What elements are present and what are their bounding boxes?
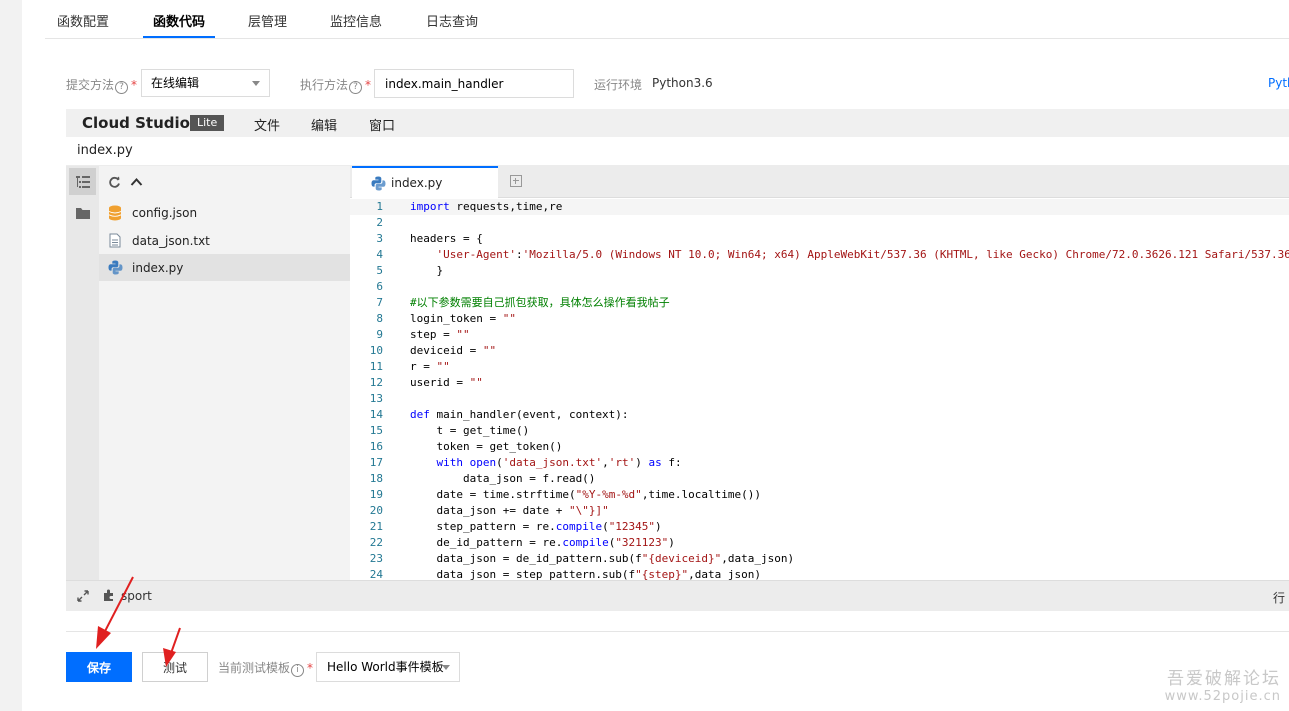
arrow-to-test-icon	[163, 627, 181, 667]
arrow-to-save-icon	[96, 576, 134, 649]
annotation-arrows	[96, 576, 181, 667]
watermark: 吾爱破解论坛 www.52pojie.cn	[1165, 664, 1281, 704]
watermark-url: www.52pojie.cn	[1164, 689, 1281, 704]
watermark-title: 吾爱破解论坛	[1167, 669, 1281, 689]
